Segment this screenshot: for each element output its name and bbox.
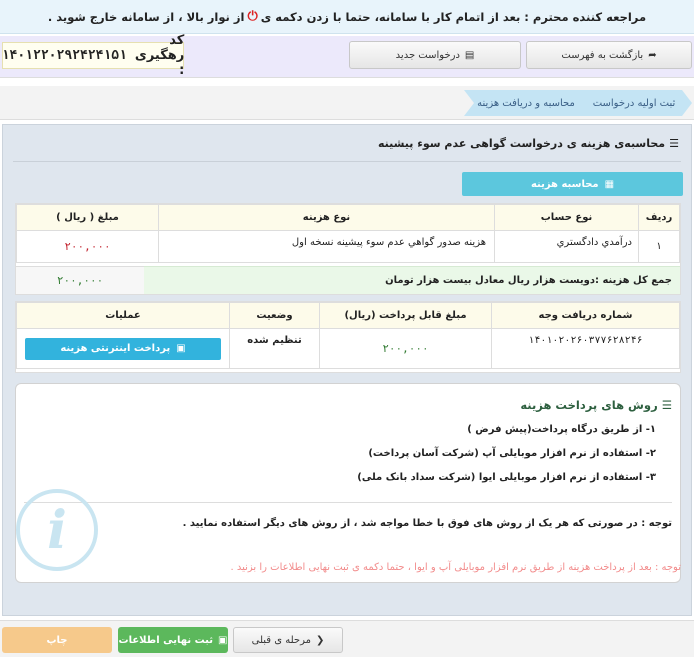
cell-account: درآمدي دادگستري [494,230,639,263]
payment-method-item: ۲- استفاده از نرم افزار موبایلی آپ (شرکت… [368,448,656,459]
total-label-text: جمع کل هزینه :دویست هزار ریال معادل بیست… [385,275,672,286]
final-submit-label: ثبت نهایی اطلاعات [118,634,213,646]
tracking-code-box: کد رهگیری : ۱۴۰۱۲۲۰۲۹۲۴۲۴۱۵۱ [1,33,185,78]
breadcrumb-step-label: ثبت اولیه درخواست [592,97,676,109]
cost-table: ردیف نوع حساب نوع هزینه مبلغ ( ریال ) ۱ … [16,204,680,263]
online-payment-label: پرداخت اینترنتی هزینه [60,343,171,354]
card-icon: ▣ [176,343,186,354]
table-row: ۱ درآمدي دادگستري هزینه صدور گواهي عدم س… [16,230,680,263]
document-icon: ▤ [464,49,475,61]
chevron-left-icon: ❮ [315,634,325,646]
back-to-list-button[interactable]: ➦ بازگشت به فهرست [526,41,692,69]
col-header-payable: مبلغ قابل پرداخت (ریال) [319,302,492,329]
cell-operations: ▣ پرداخت اینترنتی هزینه [16,328,230,369]
col-header-operations: عملیات [16,302,230,329]
tracking-code: ۱۴۰۱۲۲۰۲۹۲۴۲۴۱۵۱ [1,48,127,63]
payment-table-box: شماره دریافت وجه مبلغ قابل پرداخت (ریال)… [15,301,681,373]
notice-text-after: از نوار بالا ، از سامانه خارج شوید . [47,9,245,24]
divider [24,502,672,503]
notice-text-before: مراجعه کننده محترم : بعد از اتمام کار با… [260,9,647,24]
payment-methods-note: توجه : در صورتی که هر یک از روش های فوق … [182,518,672,529]
final-submit-warning: توجه : بعد از پرداخت هزینه از طریق نرم ا… [230,562,682,573]
section-title-text: محاسبه‌ی هزینه ی درخواست گواهی عدم سوء پ… [377,137,666,150]
cell-cost-type: هزینه صدور گواهي عدم سوء پيشينه نسخه اول [158,230,495,263]
calculate-cost-label: محاسبه هزینه [530,178,599,190]
col-header-amount: مبلغ ( ریال ) [16,204,159,231]
cell-receipt-no: ۱۴۰۱۰۲۰۲۶۰۳۷۷۶۲۸۲۴۶ [491,328,680,369]
top-toolbar: ➦ بازگشت به فهرست ▤ درخواست جدید کد رهگی… [0,33,694,78]
table-row: ۱۴۰۱۰۲۰۲۶۰۳۷۷۶۲۸۲۴۶ ۲۰۰,۰۰۰ تنظیم شده ▣ … [16,328,680,369]
list-icon: ☰ [661,398,672,412]
print-label: چاپ [46,634,68,646]
col-header-cost-type: نوع هزینه [158,204,495,231]
exit-notice: مراجعه کننده محترم : بعد از اتمام کار با… [0,0,694,34]
online-payment-button[interactable]: ▣ پرداخت اینترنتی هزینه [25,337,221,360]
total-label: جمع کل هزینه :دویست هزار ریال معادل بیست… [144,266,680,294]
share-arrow-icon: ➦ [648,49,657,61]
payment-method-item: ۱- از طریق درگاه پرداخت(پیش فرض ) [467,424,656,435]
col-header-index: ردیف [638,204,680,231]
final-submit-button[interactable]: ▣ ثبت نهایی اطلاعات [118,627,228,653]
list-icon: ☰ [669,137,679,150]
calculate-cost-button[interactable]: ▦ محاسبه هزینه [462,172,683,196]
cell-payable-amount: ۲۰۰,۰۰۰ [319,328,492,369]
payment-table: شماره دریافت وجه مبلغ قابل پرداخت (ریال)… [16,302,680,369]
print-button[interactable]: چاپ [2,627,112,653]
tracking-label: کد رهگیری : [134,33,185,78]
new-request-button[interactable]: ▤ درخواست جدید [349,41,521,69]
payment-methods-title: ☰ روش های پرداخت هزینه [520,398,672,412]
new-request-label: درخواست جدید [395,49,460,61]
breadcrumb-step-label: محاسبه و دریافت هزینه [477,97,575,109]
payment-panel: ☰ محاسبه‌ی هزینه ی درخواست گواهی عدم سوء… [2,124,692,616]
info-icon: i [16,489,98,571]
cell-status: تنظیم شده [229,328,320,369]
calculator-icon: ▦ [604,178,615,190]
total-amount: ۲۰۰,۰۰۰ [16,266,144,294]
payment-methods-title-text: روش های پرداخت هزینه [520,398,658,412]
cell-index: ۱ [638,230,680,263]
col-header-status: وضعیت [229,302,320,329]
section-title: ☰ محاسبه‌ی هزینه ی درخواست گواهی عدم سوء… [378,137,679,150]
col-header-receipt: شماره دریافت وجه [491,302,680,329]
back-to-list-label: بازگشت به فهرست [561,49,644,61]
save-icon: ▣ [218,634,228,646]
col-header-account: نوع حساب [494,204,639,231]
cost-table-box: ردیف نوع حساب نوع هزینه مبلغ ( ریال ) ۱ … [15,203,681,295]
payment-method-item: ۳- استفاده از نرم افزار موبایلی ایوا (شر… [357,472,656,483]
previous-step-button[interactable]: ❮ مرحله ی قبلی [233,627,343,653]
breadcrumb-step-initial[interactable]: ثبت اولیه درخواست [576,90,692,116]
power-icon: ⏻ [247,9,258,24]
divider [13,161,681,162]
breadcrumb-step-payment[interactable]: محاسبه و دریافت هزینه [464,90,588,116]
payment-methods-box: ☰ روش های پرداخت هزینه ۱- از طریق درگاه … [15,383,681,583]
breadcrumb: ثبت اولیه درخواست محاسبه و دریافت هزینه [0,86,694,120]
previous-step-label: مرحله ی قبلی [251,634,311,646]
cell-amount: ۲۰۰,۰۰۰ [16,230,159,263]
bottom-toolbar: ❮ مرحله ی قبلی ▣ ثبت نهایی اطلاعات چاپ [0,620,694,657]
